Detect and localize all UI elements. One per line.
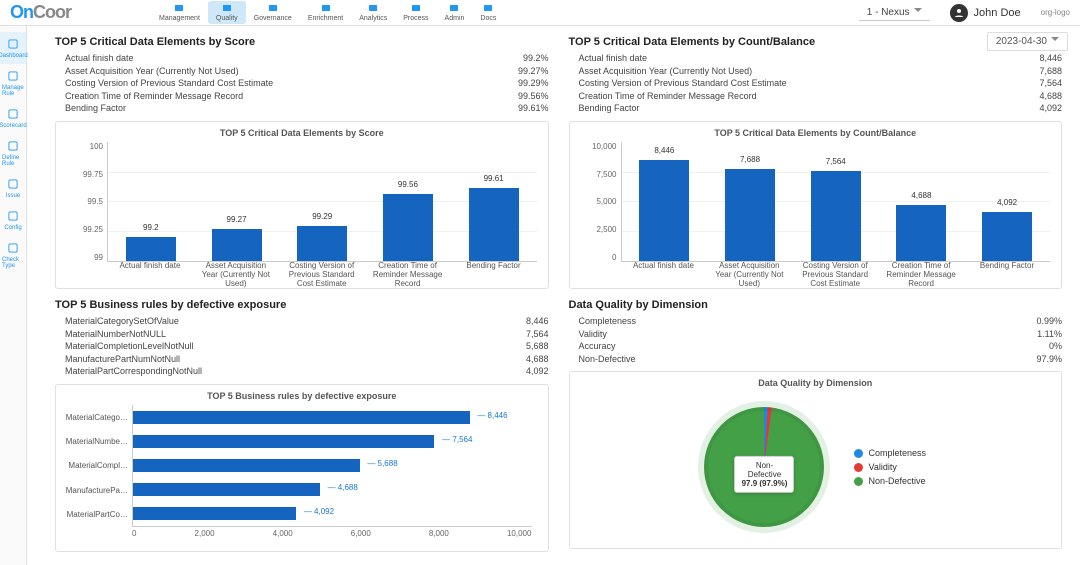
topnav-admin[interactable]: Admin — [437, 1, 473, 24]
topnav-governance[interactable]: Governance — [246, 1, 300, 24]
panel-rules: TOP 5 Business rules by defective exposu… — [55, 299, 549, 552]
legend-item[interactable]: Validity — [854, 462, 926, 472]
chart-bar[interactable]: — 7,564 — [133, 435, 434, 448]
org-logo: org-logo — [1041, 9, 1070, 17]
dashboard-content: TOP 5 Critical Data Elements by Score Ac… — [27, 26, 1080, 565]
sidebar-dashboard[interactable]: Dashboard — [0, 32, 26, 64]
top-nav: ManagementQualityGovernanceEnrichmentAna… — [151, 1, 504, 24]
topnav-enrichment[interactable]: Enrichment — [300, 1, 351, 24]
panel-dimension: Data Quality by Dimension Completeness0.… — [569, 299, 1063, 552]
panel-title: TOP 5 Critical Data Elements by Score — [55, 36, 549, 48]
chart-bar[interactable]: 7,688 — [725, 169, 775, 260]
sidebar-manage rule[interactable]: Manage Rule — [0, 64, 26, 102]
topnav-management[interactable]: Management — [151, 1, 208, 24]
chevron-down-icon — [1051, 37, 1059, 45]
chart-rules: TOP 5 Business rules by defective exposu… — [55, 384, 549, 552]
sidebar-scorecard[interactable]: Scorecard — [0, 102, 26, 134]
sidebar-config[interactable]: Config — [0, 204, 26, 236]
chart-bar[interactable]: 4,688 — [896, 205, 946, 261]
chevron-down-icon — [914, 8, 922, 16]
legend-item[interactable]: Completeness — [854, 448, 926, 458]
chart-dimension: Data Quality by Dimension Non-Defective … — [569, 371, 1063, 549]
sidebar-issue[interactable]: Issue — [0, 172, 26, 204]
list-item: Creation Time of Reminder Message Record… — [579, 90, 1063, 103]
list-item: Creation Time of Reminder Message Record… — [65, 90, 549, 103]
top-bar: OnCoor ManagementQualityGovernanceEnrich… — [0, 0, 1080, 26]
brand-logo: OnCoor — [10, 2, 71, 23]
chart-score: TOP 5 Critical Data Elements by Score 10… — [55, 121, 549, 289]
sidebar: DashboardManage RuleScorecardDefine Rule… — [0, 26, 27, 565]
topnav-docs[interactable]: Docs — [472, 1, 504, 24]
list-item: Completeness0.99% — [579, 315, 1063, 328]
panel-title: TOP 5 Business rules by defective exposu… — [55, 299, 549, 311]
list-item: ManufacturePartNumNotNull4,688 — [65, 353, 549, 366]
chart-bar[interactable]: 99.61 — [469, 188, 519, 261]
list-item: MaterialNumberNotNULL7,564 — [65, 328, 549, 341]
chart-legend: Completeness Validity Non-Defective — [854, 448, 926, 486]
user-menu[interactable]: John Doe — [950, 4, 1021, 22]
list-item: Costing Version of Previous Standard Cos… — [65, 77, 549, 90]
user-name: John Doe — [974, 7, 1021, 19]
panel-score: TOP 5 Critical Data Elements by Score Ac… — [55, 36, 549, 289]
sidebar-define rule[interactable]: Define Rule — [0, 134, 26, 172]
chart-title: TOP 5 Business rules by defective exposu… — [62, 391, 542, 401]
list-item: Non-Defective97.9% — [579, 353, 1063, 366]
list-item: Bending Factor4,092 — [579, 102, 1063, 115]
topnav-quality[interactable]: Quality — [208, 1, 246, 24]
chart-bar[interactable]: 99.56 — [383, 194, 433, 261]
chart-title: Data Quality by Dimension — [576, 378, 1056, 388]
environment-select[interactable]: 1 - Nexus — [859, 5, 930, 21]
chart-bar[interactable]: 8,446 — [639, 160, 689, 261]
list-item: Actual finish date99.2% — [65, 52, 549, 65]
chart-bar[interactable]: — 4,688 — [133, 483, 320, 496]
list-item: MaterialCategorySetOfValue8,446 — [65, 315, 549, 328]
chart-title: TOP 5 Critical Data Elements by Score — [62, 128, 542, 138]
list-item: Bending Factor99.61% — [65, 102, 549, 115]
sidebar-check type[interactable]: Check Type — [0, 236, 26, 274]
list-item: Asset Acquisition Year (Currently Not Us… — [65, 65, 549, 78]
panel-count: TOP 5 Critical Data Elements by Count/Ba… — [569, 36, 1063, 289]
list-item: Asset Acquisition Year (Currently Not Us… — [579, 65, 1063, 78]
list-item: MaterialPartCorrespondingNotNull4,092 — [65, 365, 549, 378]
chart-bar[interactable]: 99.27 — [212, 229, 262, 261]
legend-item[interactable]: Non-Defective — [854, 476, 926, 486]
chart-tooltip: Non-Defective 97.9 (97.9%) — [734, 456, 794, 493]
chart-bar[interactable]: — 8,446 — [133, 411, 470, 424]
chart-bar[interactable]: — 5,688 — [133, 459, 360, 472]
topnav-process[interactable]: Process — [395, 1, 436, 24]
chart-bar[interactable]: — 4,092 — [133, 507, 296, 520]
pie-chart: Non-Defective 97.9 (97.9%) — [704, 407, 824, 527]
date-picker[interactable]: 2023-04-30 — [987, 32, 1068, 51]
list-item: Costing Version of Previous Standard Cos… — [579, 77, 1063, 90]
list-item: Actual finish date8,446 — [579, 52, 1063, 65]
list-item: Validity1.11% — [579, 328, 1063, 341]
chart-bar[interactable]: 4,092 — [982, 212, 1032, 261]
list-item: MaterialCompletionLevelNotNull5,688 — [65, 340, 549, 353]
chart-count: TOP 5 Critical Data Elements by Count/Ba… — [569, 121, 1063, 289]
panel-title: Data Quality by Dimension — [569, 299, 1063, 311]
chart-bar[interactable]: 99.29 — [297, 226, 347, 261]
avatar-icon — [950, 4, 968, 22]
chart-title: TOP 5 Critical Data Elements by Count/Ba… — [576, 128, 1056, 138]
chart-bar[interactable]: 7,564 — [811, 171, 861, 261]
chart-bar[interactable]: 99.2 — [126, 237, 176, 261]
list-item: Accuracy0% — [579, 340, 1063, 353]
topnav-analytics[interactable]: Analytics — [351, 1, 395, 24]
